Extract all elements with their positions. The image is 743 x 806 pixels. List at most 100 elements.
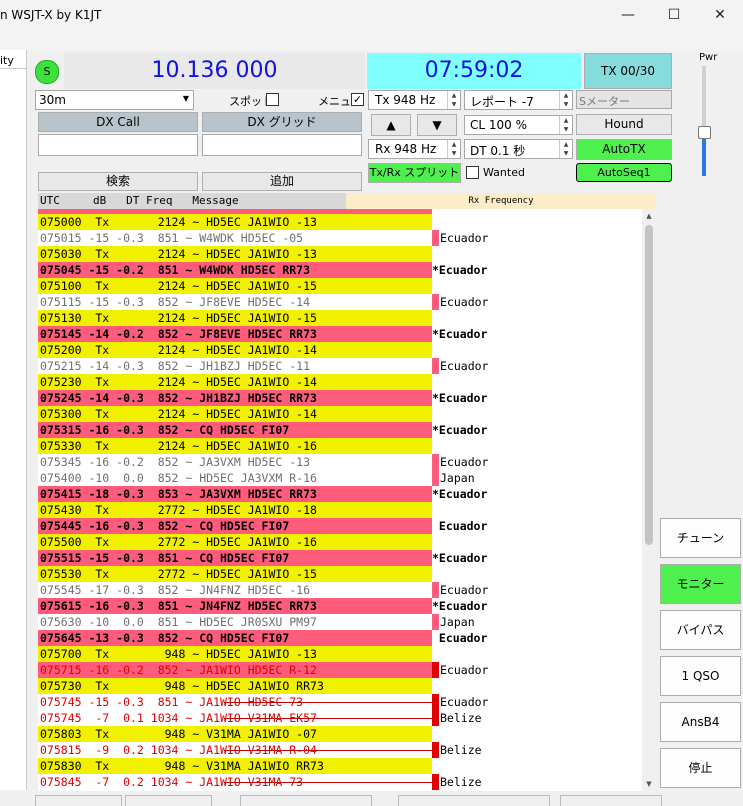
hound-button[interactable]: Hound (576, 114, 672, 135)
maximize-button[interactable]: ☐ (651, 0, 697, 30)
spin-arrows-icon[interactable]: ▲ ▼ (559, 140, 572, 158)
up-arrow-button[interactable]: ▲ (371, 114, 411, 136)
decode-message: 075145 -14 -0.2 852 ~ JF8EVE HD5EC RR73 (38, 326, 432, 342)
country-label: Belize (440, 743, 482, 757)
report-spinbox[interactable]: レポート -7 ▲ ▼ (464, 90, 573, 110)
band-select[interactable]: 30m ▼ (35, 90, 194, 110)
decode-row[interactable]: 075215 -14 -0.3 852 ~ JH1BZJ HD5EC -11 Ec… (38, 358, 642, 374)
vertical-scrollbar[interactable]: ▲ ▼ (642, 209, 656, 791)
decode-row[interactable]: 075530 Tx 2772 ~ HD5EC JA1WIO -15 (38, 566, 642, 582)
decode-message: 075000 Tx 2124 ~ HD5EC JA1WIO -13 (38, 214, 432, 230)
decode-row[interactable]: 075315 -16 -0.3 852 ~ CQ HD5EC FI07 *Ecua… (38, 422, 642, 438)
country-label: Ecuador (432, 631, 488, 645)
decode-message: 075615 -16 -0.3 851 ~ JN4FNZ HD5EC RR73 (38, 598, 432, 614)
power-slider-thumb[interactable] (698, 126, 711, 139)
split-button[interactable]: Tx/Rx スプリット (368, 163, 461, 183)
decode-row[interactable]: 075300 Tx 2124 ~ HD5EC JA1WIO -14 (38, 406, 642, 422)
close-button[interactable]: ✕ (697, 0, 743, 30)
decode-row[interactable]: 075645 -13 -0.3 852 ~ CQ HD5EC FI07 Ecua… (38, 630, 642, 646)
country-label: *Ecuador (432, 263, 488, 277)
country-label: Belize (440, 711, 482, 725)
spin-arrows-icon[interactable]: ▲ ▼ (559, 91, 572, 109)
decode-row[interactable]: 075445 -16 -0.3 852 ~ CQ HD5EC FI07 Ecua… (38, 518, 642, 534)
scrollbar-thumb[interactable] (645, 225, 653, 545)
right-button-5[interactable]: AnsB4 (660, 702, 741, 742)
right-button-6[interactable]: 停止 (660, 748, 741, 788)
s-meter-box: Sメーター (576, 90, 672, 109)
dt-spinbox[interactable]: DT 0.1 秒 ▲ ▼ (464, 139, 573, 159)
decode-row[interactable]: 075745 -15 -0.3 851 ~ JA1WIO HD5EC 73 Ecu… (38, 694, 642, 710)
tx-freq-spinbox[interactable]: Tx 948 Hz ▲ ▼ (368, 90, 461, 110)
bottom-control-1[interactable] (35, 795, 122, 806)
decode-message: 075400 -10 0.0 852 ~ HD5EC JA3VXM R-16 (40, 471, 317, 485)
country-label: *Ecuador (432, 487, 488, 501)
cl-spinbox[interactable]: CL 100 % ▲ ▼ (464, 115, 573, 135)
scroll-up-icon[interactable]: ▲ (642, 210, 656, 222)
decode-row[interactable]: 075245 -14 -0.3 852 ~ JH1BZJ HD5EC RR73 *… (38, 390, 642, 406)
status-s-button[interactable]: S (35, 60, 59, 84)
strikethrough-line (224, 782, 432, 783)
decode-row[interactable]: 075030 Tx 2124 ~ HD5EC JA1WIO -13 (38, 246, 642, 262)
decode-message: 075315 -16 -0.3 852 ~ CQ HD5EC FI07 (38, 422, 432, 438)
decode-row[interactable]: 075700 Tx 948 ~ HD5EC JA1WIO -13 (38, 646, 642, 662)
decode-message: 075500 Tx 2772 ~ HD5EC JA1WIO -16 (38, 534, 432, 550)
down-arrow-button[interactable]: ▼ (417, 114, 457, 136)
decode-row[interactable]: 075230 Tx 2124 ~ HD5EC JA1WIO -14 (38, 374, 642, 390)
bottom-control-3[interactable] (240, 795, 372, 806)
decode-row[interactable]: 075045 -15 -0.2 851 ~ W4WDK HD5EC RR73 *E… (38, 262, 642, 278)
decode-row[interactable]: 075730 Tx 948 ~ HD5EC JA1WIO RR73 (38, 678, 642, 694)
decode-message: 075830 Tx 948 ~ V31MA JA1WIO RR73 (38, 758, 432, 774)
wanted-checkbox[interactable] (466, 166, 479, 179)
spot-checkbox[interactable] (266, 93, 279, 106)
menu-bar (0, 30, 743, 50)
wanted-label: Wanted (483, 166, 525, 179)
decode-row[interactable]: 075803 Tx 948 ~ V31MA JA1WIO -07 (38, 726, 642, 742)
decode-row[interactable]: 075430 Tx 2772 ~ HD5EC JA1WIO -18 (38, 502, 642, 518)
right-button-2[interactable]: モニター (660, 564, 741, 604)
decode-row[interactable]: 075545 -17 -0.3 852 ~ JN4FNZ HD5EC -16 Ec… (38, 582, 642, 598)
dx-call-input[interactable] (38, 134, 198, 156)
tx-status-button[interactable]: TX 00/30 (584, 53, 672, 89)
right-button-3[interactable]: バイパス (660, 610, 741, 650)
minimize-button[interactable]: — (605, 0, 651, 30)
decode-row[interactable]: 075100 Tx 2124 ~ HD5EC JA1WIO -15 (38, 278, 642, 294)
decode-row[interactable]: 075715 -16 -0.2 852 ~ JA1WIO HD5EC R-12 E… (38, 662, 642, 678)
rx-frequency-list[interactable]: 075000 Tx 2124 ~ HD5EC JA1WIO -13 075015 … (38, 209, 642, 791)
spin-arrows-icon[interactable]: ▲ ▼ (559, 116, 572, 134)
decode-row[interactable]: 075615 -16 -0.3 851 ~ JN4FNZ HD5EC RR73 *… (38, 598, 642, 614)
spin-arrows-icon[interactable]: ▲ ▼ (447, 91, 460, 109)
rx-freq-spinbox[interactable]: Rx 948 Hz ▲ ▼ (368, 139, 461, 159)
decode-row[interactable]: 075815 -9 0.2 1034 ~ JA1WIO V31MA R-04 Be… (38, 742, 642, 758)
decode-row[interactable]: 075500 Tx 2772 ~ HD5EC JA1WIO -16 (38, 534, 642, 550)
decode-row[interactable]: 075830 Tx 948 ~ V31MA JA1WIO RR73 (38, 758, 642, 774)
decode-row[interactable]: 075400 -10 0.0 852 ~ HD5EC JA3VXM R-16 Ja… (38, 470, 642, 486)
decode-row[interactable]: 075145 -14 -0.2 852 ~ JF8EVE HD5EC RR73 *… (38, 326, 642, 342)
right-button-4[interactable]: 1 QSO (660, 656, 741, 696)
bottom-control-5[interactable] (560, 795, 662, 806)
auto-seq-button[interactable]: AutoSeq1 (576, 163, 672, 182)
add-button[interactable]: 追加 (202, 172, 362, 191)
decode-row[interactable]: 075515 -15 -0.3 851 ~ CQ HD5EC FI07 *Ecua… (38, 550, 642, 566)
decode-row[interactable]: 075745 -7 0.1 1034 ~ JA1WIO V31MA EK57 Be… (38, 710, 642, 726)
decode-row[interactable]: 075000 Tx 2124 ~ HD5EC JA1WIO -13 (38, 214, 642, 230)
bottom-control-2[interactable] (125, 795, 212, 806)
decode-row[interactable]: 075630 -10 0.0 851 ~ HD5EC JR0SXU PM97 Ja… (38, 614, 642, 630)
right-button-1[interactable]: チューン (660, 518, 741, 558)
menu-checkbox[interactable]: ✓ (351, 93, 364, 106)
decode-row[interactable]: 075200 Tx 2124 ~ HD5EC JA1WIO -14 (38, 342, 642, 358)
power-slider-track (702, 66, 706, 176)
spin-arrows-icon[interactable]: ▲ ▼ (447, 140, 460, 158)
decode-row[interactable]: 075115 -15 -0.3 852 ~ JF8EVE HD5EC -14 Ec… (38, 294, 642, 310)
auto-tx-button[interactable]: AutoTX (576, 139, 672, 160)
dx-grid-input[interactable] (202, 134, 362, 156)
decode-row[interactable]: 075845 -7 0.2 1034 ~ JA1WIO V31MA 73 Beli… (38, 774, 642, 790)
decode-row[interactable]: 075015 -15 -0.3 851 ~ W4WDK HD5EC -05 Ecu… (38, 230, 642, 246)
decode-row[interactable]: 075415 -18 -0.3 853 ~ JA3VXM HD5EC RR73 *… (38, 486, 642, 502)
decode-row[interactable]: 075330 Tx 2124 ~ HD5EC JA1WIO -16 (38, 438, 642, 454)
decode-row[interactable]: 075130 Tx 2124 ~ HD5EC JA1WIO -15 (38, 310, 642, 326)
search-button[interactable]: 検索 (38, 172, 198, 191)
scroll-down-icon[interactable]: ▼ (642, 778, 656, 790)
decode-row[interactable]: 075345 -16 -0.2 852 ~ JA3VXM HD5EC -13 Ec… (38, 454, 642, 470)
bottom-control-4[interactable] (398, 795, 550, 806)
country-label: Ecuador (440, 455, 489, 469)
